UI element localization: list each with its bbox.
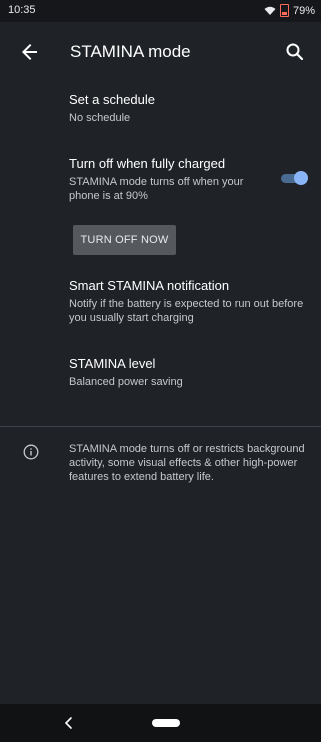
battery-percentage: 79% — [292, 4, 315, 17]
home-pill-icon[interactable] — [152, 719, 180, 727]
smart-notification-title: Smart STAMINA notification — [69, 278, 230, 293]
search-icon — [286, 43, 304, 61]
battery-icon — [279, 4, 289, 17]
schedule-title: Set a schedule — [69, 92, 156, 107]
smart-notification-setting[interactable]: Smart STAMINA notification Notify if the… — [69, 278, 304, 325]
schedule-setting[interactable]: Set a schedule No schedule — [69, 92, 304, 125]
wifi-icon — [264, 6, 276, 15]
app-bar: STAMINA mode — [0, 22, 321, 82]
arrow-back-icon — [22, 44, 37, 60]
turn-off-charged-subtitle: STAMINA mode turns off when your phone i… — [69, 176, 244, 202]
info-icon — [23, 444, 39, 460]
chevron-left-icon[interactable] — [62, 716, 76, 730]
turn-off-charged-title: Turn off when fully charged — [69, 156, 226, 171]
stamina-level-subtitle: Balanced power saving — [69, 376, 183, 388]
schedule-subtitle: No schedule — [69, 112, 131, 124]
status-time: 10:35 — [8, 4, 36, 16]
turn-off-charged-setting[interactable]: Turn off when fully charged STAMINA mode… — [69, 156, 269, 203]
toggle-thumb — [294, 171, 308, 185]
search-button[interactable] — [283, 40, 307, 64]
smart-notification-subtitle: Notify if the battery is expected to run… — [69, 298, 304, 324]
page-title: STAMINA mode — [70, 42, 191, 61]
status-bar: 10:35 79% — [0, 0, 321, 22]
back-button[interactable] — [18, 40, 42, 64]
info-description: STAMINA mode turns off or restricts back… — [69, 443, 305, 483]
navigation-bar — [0, 704, 321, 742]
stamina-level-setting[interactable]: STAMINA level Balanced power saving — [69, 356, 304, 389]
turn-off-now-button[interactable]: TURN OFF NOW — [73, 225, 176, 255]
turn-off-charged-toggle[interactable] — [281, 171, 308, 185]
status-icons: 79% — [264, 4, 315, 17]
section-divider — [0, 426, 321, 427]
stamina-level-title: STAMINA level — [69, 356, 156, 371]
